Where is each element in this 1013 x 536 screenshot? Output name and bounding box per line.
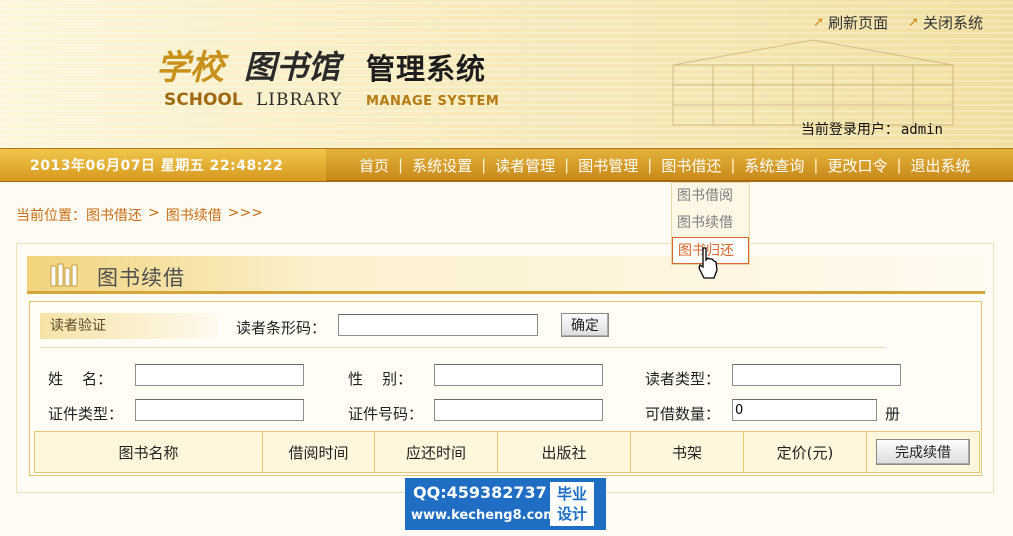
nav-item-logout[interactable]: 退出系统 (902, 155, 980, 176)
nav-menu: 首页 | 系统设置 | 读者管理 | 图书管理 | 图书借还 | 系统查询 | … (350, 149, 980, 181)
col-due-time: 应还时间 (375, 432, 498, 472)
logo-manage-en: MANAGE SYSTEM (366, 94, 500, 109)
arrow-icon: ➚ (908, 15, 919, 30)
book-stack-icon (50, 263, 78, 287)
close-system-label: 关闭系统 (922, 14, 983, 32)
panel-title-bar: 图书续借 (27, 256, 985, 294)
nav-item-home[interactable]: 首页 (350, 155, 398, 176)
logo-library-en: LIBRARY (256, 90, 343, 110)
close-system-link[interactable]: ➚ 关闭系统 (908, 12, 983, 33)
refresh-page-link[interactable]: ➚ 刷新页面 (813, 12, 888, 33)
nav-item-system-settings[interactable]: 系统设置 (403, 155, 481, 176)
login-user-name: admin (900, 122, 943, 138)
main-navbar: 2013年06月07日 星期五 22:48:22 首页 | 系统设置 | 读者管… (0, 148, 1013, 182)
complete-renew-button[interactable]: 完成续借 (876, 439, 970, 465)
watermark-badge-line1: 毕业 (556, 485, 587, 503)
watermark-badge-line2: 设计 (556, 505, 587, 523)
borrowed-books-table-header: 图书名称 借阅时间 应还时间 出版社 书架 定价(元) 完成续借 (34, 431, 980, 473)
watermark-logo: 毕业 设计 (550, 482, 594, 526)
watermark-badge: QQ:459382737 www.kecheng8.com 毕业 设计 (405, 478, 606, 530)
col-book-name: 图书名称 (35, 432, 263, 472)
breadcrumb: 当前位置： 图书借还 > 图书续借 >>> (16, 205, 263, 225)
col-publisher: 出版社 (498, 432, 631, 472)
id-number-label: 证件号码： (348, 405, 424, 423)
nav-item-borrow-return[interactable]: 图书借还 (652, 155, 730, 176)
nav-item-change-password[interactable]: 更改口令 (818, 155, 896, 176)
breadcrumb-separator: > (148, 205, 160, 221)
watermark-url: www.kecheng8.com (411, 508, 557, 523)
name-field[interactable] (135, 364, 304, 386)
breadcrumb-prefix: 当前位置： (16, 208, 86, 224)
logo-manage-cn: 管理系统 (366, 52, 487, 86)
borrow-count-label: 可借数量： (645, 405, 721, 423)
renew-panel: 图书续借 读者验证 读者条形码： 确定 姓 名： 性 别： 读者类型： 证件类型… (16, 243, 994, 493)
dropdown-item-renew[interactable]: 图书续借 (672, 210, 749, 237)
dropdown-item-borrow[interactable]: 图书借阅 (672, 183, 749, 210)
borrow-count-unit: 册 (885, 405, 901, 423)
id-type-label: 证件类型： (48, 405, 124, 423)
logo-school-cn: 学校 (156, 48, 224, 88)
logo-library-cn: 图书馆 (244, 48, 341, 86)
header-banner: 学校 图书馆 管理系统 SCHOOL LIBRARY MANAGE SYSTEM… (0, 0, 1013, 148)
borrow-count-field[interactable] (732, 399, 877, 421)
reader-type-field[interactable] (732, 364, 901, 386)
panel-title: 图书续借 (97, 266, 185, 290)
login-user-label: 当前登录用户： (800, 122, 899, 138)
name-label: 姓 名： (48, 370, 113, 388)
breadcrumb-current: 图书续借 (165, 208, 222, 224)
divider (40, 347, 886, 348)
reader-type-label: 读者类型： (645, 370, 721, 388)
gender-field[interactable] (434, 364, 603, 386)
nav-item-reader-management[interactable]: 读者管理 (486, 155, 564, 176)
login-user-info: 当前登录用户： admin (801, 119, 943, 139)
logo-school-en: SCHOOL (164, 90, 243, 110)
barcode-label: 读者条形码： (236, 319, 327, 337)
col-action: 完成续借 (867, 432, 979, 472)
gender-label: 性 别： (348, 370, 413, 388)
confirm-button[interactable]: 确定 (561, 313, 609, 337)
barcode-input[interactable] (338, 314, 538, 336)
breadcrumb-parent[interactable]: 图书借还 (86, 205, 142, 225)
reader-form: 读者验证 读者条形码： 确定 姓 名： 性 别： 读者类型： 证件类型： 证件号… (29, 301, 982, 476)
col-borrow-time: 借阅时间 (263, 432, 375, 472)
breadcrumb-tail: >>> (227, 205, 263, 221)
top-links: ➚ 刷新页面 ➚ 关闭系统 (813, 12, 983, 33)
site-logo: 学校 图书馆 管理系统 SCHOOL LIBRARY MANAGE SYSTEM (150, 38, 510, 118)
datetime-display: 2013年06月07日 星期五 22:48:22 (0, 149, 326, 181)
watermark-qq: QQ:459382737 (413, 483, 547, 502)
id-type-field[interactable] (135, 399, 304, 421)
id-number-field[interactable] (434, 399, 603, 421)
hand-cursor-icon (698, 247, 718, 279)
col-shelf: 书架 (631, 432, 744, 472)
refresh-page-label: 刷新页面 (828, 14, 889, 32)
col-price: 定价(元) (744, 432, 867, 472)
arrow-icon: ➚ (813, 15, 825, 30)
nav-item-book-management[interactable]: 图书管理 (569, 155, 647, 176)
reader-verify-label: 读者验证 (40, 313, 218, 339)
nav-item-system-query[interactable]: 系统查询 (735, 155, 813, 176)
